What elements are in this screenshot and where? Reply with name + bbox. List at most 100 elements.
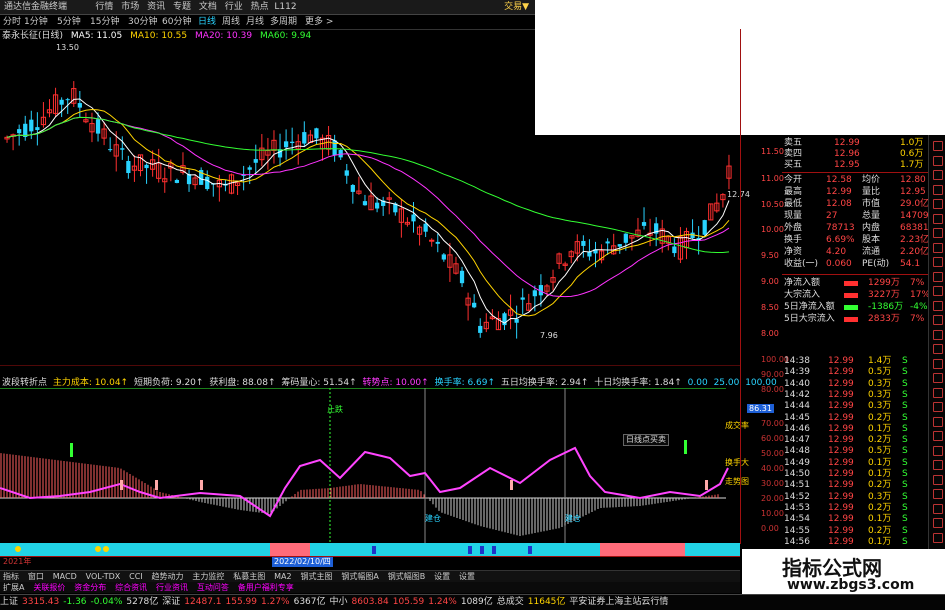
period-1min[interactable]: 1分钟 [24,15,48,29]
news-icon[interactable] [933,213,943,224]
tick-side: S [902,502,908,513]
candle-body [532,290,537,297]
tab-qa[interactable]: 互动问答 [194,582,232,593]
signal-popup[interactable]: 日线点买卖 [623,434,669,446]
tick-side: S [902,480,908,491]
title-bar: 通达信金融终端 行情 市场 资讯 专题 文档 行业 热点 L112 交易▼ [0,0,535,15]
flow-value: 2833万 [868,314,900,324]
chart-icon[interactable] [933,141,943,151]
scan-icon[interactable] [933,431,943,441]
tick-row: 14:48 12.99 0.5万 S [782,446,928,457]
tab-related[interactable]: 关联报价 [30,582,68,593]
drag-icon[interactable] [933,489,943,499]
menu-quotes[interactable]: 行情 [93,0,116,14]
tick-volume: 0.1万 [868,423,892,434]
tick-row: 14:44 12.99 0.3万 S [782,401,928,412]
plus-icon[interactable] [933,445,943,456]
tab-ext-a[interactable]: 扩展A [0,582,27,593]
menu-topic[interactable]: 专题 [171,0,194,14]
price-tick: 9.00 [761,277,779,286]
candle-body [59,99,64,105]
tick-side: S [902,423,908,434]
candle-body [472,302,477,308]
gear-icon[interactable] [933,532,943,543]
flow-value: -1386万 [868,302,904,312]
candle-body [374,202,380,209]
tick-price: 12.99 [828,378,854,389]
note-icon[interactable] [933,228,943,238]
tab-benefits[interactable]: 备用户福利专享 [235,582,297,593]
price-tick: 8.00 [761,329,779,338]
settings-icon[interactable] [933,373,943,383]
period-monthly[interactable]: 月线 [246,15,264,29]
flag-icon[interactable] [933,271,943,282]
help-icon[interactable] [933,387,943,398]
period-more[interactable]: 更多 > [305,15,333,29]
candle-body [605,241,610,244]
menu-market[interactable]: 市场 [119,0,142,14]
ask4-row[interactable]: 卖四 12.96 0.6万 [782,149,928,160]
period-weekly[interactable]: 周线 [222,15,240,29]
watermark-url: www.zbgs3.com [787,577,915,593]
period-15min[interactable]: 15分钟 [90,15,119,29]
grid-icon[interactable] [933,300,943,311]
candle-body [429,239,435,242]
ind-scale-25: 25.00 [713,378,740,388]
menu-hot[interactable]: 热点 [248,0,271,14]
tick-price: 12.99 [828,356,854,366]
tick-price: 12.99 [828,457,854,468]
lower-tick: 40.00 [761,464,784,473]
menu-industry[interactable]: 行业 [222,0,245,14]
list-icon[interactable] [933,184,943,195]
tick-time: 14:55 [784,525,810,536]
print-icon[interactable] [933,358,943,369]
tick-price: 12.99 [828,423,854,434]
alert-icon[interactable] [933,286,943,296]
bar-icon[interactable] [933,170,943,180]
star-icon[interactable] [933,315,943,325]
quote-label: PE(动) [862,259,890,269]
tick-side: S [902,401,908,412]
window-icon[interactable] [933,474,943,485]
filter-icon[interactable] [933,257,943,267]
search-icon[interactable] [933,518,943,528]
candle-body [205,176,210,190]
ma60-label: MA60: 9.94 [259,31,312,41]
layout-icon[interactable] [933,402,943,412]
tick-list[interactable]: 14:38 12.99 1.4万 S 14:39 12.99 0.5万 S 14:40 12.99… [782,356,928,549]
price-tick: 10.50 [761,200,784,209]
tab-funds[interactable]: 资金分布 [71,582,109,593]
tool-icon[interactable] [933,329,943,340]
tick-row: 14:50 12.99 0.1万 S [782,469,928,480]
menu-l112[interactable]: L112 [274,0,297,14]
export-icon[interactable] [933,344,943,354]
flow-label: 净流入额 [784,278,821,288]
menu-news[interactable]: 资讯 [145,0,168,14]
minus-icon[interactable] [933,460,943,470]
tab-industry-news[interactable]: 行业资讯 [153,582,191,593]
price-axis: 11.50 11.00 10.50 10.00 9.50 9.00 8.50 8… [740,29,789,544]
lock-icon[interactable] [933,416,943,427]
info-icon[interactable] [933,199,943,209]
kline-icon[interactable] [933,155,943,166]
period-30min[interactable]: 30分钟 [128,15,157,29]
info-tabs: 扩展A 关联报价 资金分布 综合资讯 行业资讯 互动问答 备用户福利专享 [0,582,740,593]
indicator-chart[interactable] [0,388,740,543]
flow-bar [844,293,858,298]
candlestick-chart[interactable] [0,29,740,366]
menu-docs[interactable]: 文档 [196,0,219,14]
period-60min[interactable]: 60分钟 [162,15,191,29]
candle-body [702,220,707,235]
period-daily[interactable]: 日线 [198,15,216,29]
ask5-row[interactable]: 卖五 12.99 1.0万 [782,138,928,149]
quote-label: 内盘 [862,223,881,233]
price-tick: 11.00 [761,174,784,183]
tab-general-news[interactable]: 综合资讯 [112,582,150,593]
period-multi[interactable]: 多周期 [270,15,297,29]
period-intraday[interactable]: 分时 [3,15,21,29]
bid5-row[interactable]: 买五 12.95 1.7万 [782,160,928,171]
trade-menu[interactable]: 交易▼ [504,0,529,14]
calc-icon[interactable] [933,242,943,253]
pin-icon[interactable] [933,503,943,514]
period-5min[interactable]: 5分钟 [57,15,81,29]
